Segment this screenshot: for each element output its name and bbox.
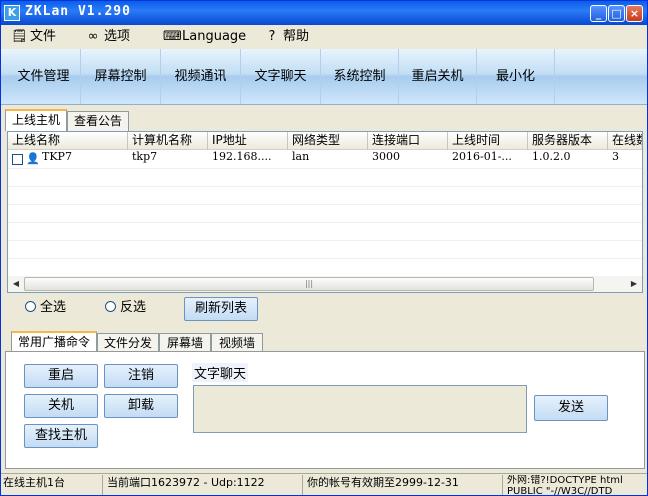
cell-online-time: 2016-01-... (452, 150, 512, 163)
radio-circle-icon (25, 301, 36, 312)
logoff-button[interactable]: 注销 (104, 364, 178, 388)
video-call-button[interactable]: 视频通讯 (161, 49, 241, 104)
menu-options-label: 选项 (104, 29, 131, 44)
scroll-right-icon[interactable]: ▶ (626, 276, 642, 292)
menu-file[interactable]: 🗒 文件 (11, 28, 56, 46)
text-chat-button[interactable]: 文字聊天 (241, 49, 321, 104)
status-wan: 外网:错?!DOCTYPE html PUBLIC "-//W3C//DTD (505, 475, 645, 495)
status-wan-line2: PUBLIC "-//W3C//DTD (507, 486, 613, 495)
invert-select-label: 反选 (120, 300, 147, 315)
notepad-icon: 🗒 (11, 29, 28, 44)
help-icon: ? (268, 29, 276, 44)
tab-online-hosts[interactable]: 上线主机 (5, 109, 67, 131)
cell-network-type: lan (292, 150, 310, 163)
close-button[interactable]: × (626, 5, 643, 22)
col-port[interactable]: 连接端口 (368, 132, 448, 150)
maximize-button[interactable]: □ (608, 5, 625, 22)
cell-online-count: 3 (612, 150, 619, 163)
row-divider (8, 204, 642, 205)
menu-language-label: Language (182, 29, 247, 44)
chat-input[interactable] (193, 385, 527, 433)
command-tabs: 常用广播命令 文件分发 屏幕墙 视频墙 (11, 331, 641, 353)
menu-file-label: 文件 (30, 29, 57, 44)
status-expiry: 你的帐号有效期至2999-12-31 (305, 475, 503, 495)
row-divider (8, 240, 642, 241)
col-network-type[interactable]: 网络类型 (288, 132, 368, 150)
tab-video-wall[interactable]: 视频墙 (211, 333, 263, 353)
invert-select-radio[interactable]: 反选 (105, 300, 146, 316)
cell-port: 3000 (372, 150, 400, 163)
radio-circle-icon (105, 301, 116, 312)
cell-ip: 192.168.... (212, 150, 272, 163)
scroll-thumb[interactable]: ||| (24, 277, 594, 291)
col-online-time[interactable]: 上线时间 (448, 132, 528, 150)
menu-options[interactable]: ∞ 选项 (85, 28, 130, 46)
status-bar: 在线主机1台 当前端口1623972 - Udp:1122 你的帐号有效期至29… (1, 473, 647, 495)
glasses-icon: ∞ (87, 29, 99, 44)
find-host-button[interactable]: 查找主机 (24, 424, 98, 448)
select-all-label: 全选 (40, 300, 67, 315)
col-ip[interactable]: IP地址 (208, 132, 288, 150)
uninstall-button[interactable]: 卸载 (104, 394, 178, 418)
tab-file-distribution[interactable]: 文件分发 (97, 333, 159, 353)
title-bar[interactable]: K ZKLan V1.290 _ □ × (1, 1, 647, 25)
col-online-count[interactable]: 在线数 (608, 132, 642, 150)
restart-button[interactable]: 重启 (24, 364, 98, 388)
app-window: K ZKLan V1.290 _ □ × 🗒 文件 ∞ 选项 ⌨Language ?… (0, 0, 648, 496)
row-divider (8, 258, 642, 259)
refresh-list-button[interactable]: 刷新列表 (184, 297, 258, 321)
cell-online-name: TKP7 (42, 150, 72, 163)
row-divider (8, 186, 642, 187)
row-checkbox[interactable] (12, 154, 23, 165)
col-server-version[interactable]: 服务器版本 (528, 132, 608, 150)
host-table[interactable]: 上线名称 计算机名称 IP地址 网络类型 连接端口 上线时间 服务器版本 在线数… (7, 131, 643, 293)
cell-computer-name: tkp7 (132, 150, 158, 163)
system-control-button[interactable]: 系统控制 (321, 49, 399, 104)
table-header: 上线名称 计算机名称 IP地址 网络类型 连接端口 上线时间 服务器版本 在线数 (8, 132, 642, 150)
tab-broadcast-commands[interactable]: 常用广播命令 (11, 331, 97, 353)
window-title: ZKLan V1.290 (25, 4, 131, 19)
main-toolbar: 文件管理 屏幕控制 视频通讯 文字聊天 系统控制 重启关机 最小化 (1, 49, 647, 105)
language-icon: ⌨ (163, 29, 182, 44)
minimize-button[interactable]: _ (590, 5, 607, 22)
shutdown-button[interactable]: 关机 (24, 394, 98, 418)
tab-announcements[interactable]: 查看公告 (67, 111, 129, 131)
menu-help[interactable]: ? 帮助 (264, 28, 309, 46)
file-manager-button[interactable]: 文件管理 (7, 49, 81, 104)
screen-control-button[interactable]: 屏幕控制 (81, 49, 161, 104)
host-tabs: 上线主机 查看公告 (5, 109, 645, 131)
status-wan-line1: 外网:错?!DOCTYPE html (507, 475, 623, 486)
chat-label: 文字聊天 (192, 363, 249, 382)
menu-help-label: 帮助 (283, 29, 310, 44)
row-divider (8, 222, 642, 223)
tab-screen-wall[interactable]: 屏幕墙 (159, 333, 211, 353)
send-button[interactable]: 发送 (534, 395, 608, 421)
cell-server-version: 1.0.2.0 (532, 150, 571, 163)
menu-bar: 🗒 文件 ∞ 选项 ⌨Language ? 帮助 (1, 25, 647, 49)
row-divider (8, 168, 642, 169)
col-online-name[interactable]: 上线名称 (8, 132, 128, 150)
horizontal-scrollbar[interactable]: ◀ ||| ▶ (8, 276, 642, 292)
scroll-left-icon[interactable]: ◀ (8, 276, 24, 292)
table-row[interactable]: 👤 TKP7 tkp7 192.168.... lan 3000 2016-01… (8, 150, 642, 168)
col-computer-name[interactable]: 计算机名称 (128, 132, 208, 150)
restart-shutdown-button[interactable]: 重启关机 (399, 49, 477, 104)
menu-language[interactable]: ⌨Language (163, 28, 246, 46)
app-logo-icon: K (4, 5, 20, 21)
status-online-count: 在线主机1台 (1, 475, 103, 495)
select-all-radio[interactable]: 全选 (25, 300, 66, 316)
minimize-app-button[interactable]: 最小化 (477, 49, 555, 104)
status-port: 当前端口1623972 - Udp:1122 (105, 475, 303, 495)
